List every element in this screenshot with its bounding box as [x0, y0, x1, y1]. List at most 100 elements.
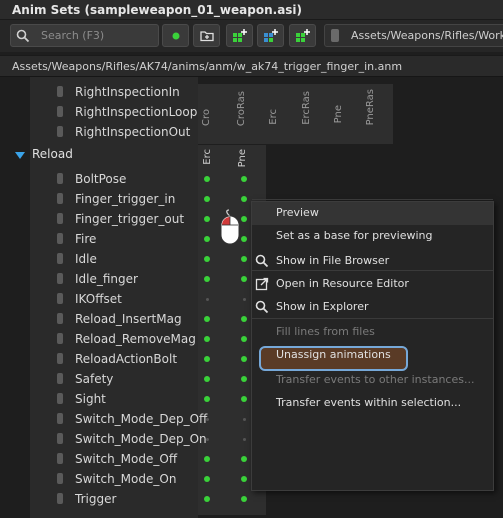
- anim-row-label[interactable]: Reload_RemoveMag: [75, 329, 215, 349]
- anim-row-label[interactable]: Switch_Mode_On: [75, 469, 215, 489]
- assigned-dot[interactable]: [241, 336, 247, 342]
- file-path-text: Assets/Weapons/Rifles/AK74/anims/anm/w_a…: [12, 60, 403, 73]
- menu-item-transfer-events-to-other-instances[interactable]: Transfer events to other instances...: [252, 369, 493, 392]
- column-header-pneras: PneRas: [365, 89, 376, 126]
- anim-row-label[interactable]: Safety: [75, 369, 215, 389]
- unassigned-dot[interactable]: [205, 437, 209, 441]
- unassigned-dot[interactable]: [205, 417, 209, 421]
- assigned-dot[interactable]: [204, 476, 210, 482]
- add-set-blue-icon: [264, 29, 278, 42]
- menu-item-transfer-events-within-selection[interactable]: Transfer events within selection...: [252, 392, 493, 415]
- status-dot-icon: [172, 32, 180, 40]
- column-header-erc: Erc: [268, 109, 279, 125]
- menu-item-open-in-resource-editor[interactable]: Open in Resource Editor: [252, 273, 493, 296]
- assigned-dot[interactable]: [204, 396, 210, 402]
- status-button[interactable]: [162, 24, 189, 47]
- anim-row-label[interactable]: RightInspectionOut: [75, 122, 215, 142]
- assigned-dot[interactable]: [204, 336, 210, 342]
- assigned-dot[interactable]: [241, 176, 247, 182]
- group-column-pne: Pne: [237, 149, 248, 168]
- external-link-icon: [255, 277, 269, 291]
- anim-row-label[interactable]: Idle_finger: [75, 269, 215, 289]
- anim-row-label[interactable]: Idle: [75, 249, 215, 269]
- group-column-erc: Erc: [202, 149, 213, 165]
- menu-item-unassign-animations[interactable]: Unassign animations: [252, 344, 493, 367]
- anim-icon: [57, 213, 63, 224]
- assigned-dot[interactable]: [241, 456, 247, 462]
- anim-icon: [57, 126, 63, 137]
- assigned-dot[interactable]: [204, 196, 210, 202]
- assigned-dot[interactable]: [204, 236, 210, 242]
- anim-row-label[interactable]: ReloadActionBolt: [75, 349, 215, 369]
- assigned-dot[interactable]: [241, 236, 247, 242]
- assigned-dot[interactable]: [204, 496, 210, 502]
- assigned-dot[interactable]: [204, 316, 210, 322]
- anim-row-label[interactable]: RightInspectionLoop: [75, 102, 215, 122]
- assigned-dot[interactable]: [241, 216, 247, 222]
- anim-icon: [57, 453, 63, 464]
- unassigned-dot[interactable]: [242, 417, 246, 421]
- anim-row-label[interactable]: Finger_trigger_in: [75, 189, 215, 209]
- assigned-dot[interactable]: [204, 376, 210, 382]
- menu-item-preview[interactable]: Preview: [252, 202, 493, 225]
- unassigned-dot[interactable]: [242, 297, 246, 301]
- assigned-dot[interactable]: [204, 356, 210, 362]
- add-set-green-button[interactable]: [226, 24, 253, 47]
- menu-item-fill-lines-from-files[interactable]: Fill lines from files: [252, 321, 493, 344]
- anim-row-label[interactable]: IKOffset: [75, 289, 215, 309]
- menu-item-show-in-explorer[interactable]: Show in Explorer: [252, 296, 493, 319]
- menu-item-show-in-file-browser[interactable]: Show in File Browser: [252, 250, 493, 273]
- assigned-dot[interactable]: [241, 316, 247, 322]
- anim-icon: [57, 373, 63, 384]
- menu-item-label: Unassign animations: [276, 348, 391, 361]
- assigned-dot[interactable]: [241, 496, 247, 502]
- assigned-dot[interactable]: [204, 276, 210, 282]
- window-title: Anim Sets (sampleweapon_01_weapon.asi): [12, 3, 303, 17]
- anim-icon: [57, 353, 63, 364]
- search-icon: [255, 254, 269, 268]
- file-path-bar[interactable]: Assets/Weapons/Rifles/AK74/anims/anm/w_a…: [0, 55, 503, 77]
- toolbar: Search (F3) Assets/Weapons/Rifles/Works: [0, 20, 503, 52]
- anim-row-label[interactable]: Finger_trigger_out: [75, 209, 215, 229]
- add-set-mixed-button[interactable]: [289, 24, 316, 47]
- add-set-blue-button[interactable]: [257, 24, 284, 47]
- anim-row-label[interactable]: RightInspectionIn: [75, 82, 215, 102]
- drag-handle-icon: [331, 29, 339, 42]
- assigned-dot[interactable]: [241, 476, 247, 482]
- anim-row-label[interactable]: Switch_Mode_Off: [75, 449, 215, 469]
- anim-row-label[interactable]: Switch_Mode_Dep_On: [75, 429, 215, 449]
- assigned-dot[interactable]: [204, 456, 210, 462]
- column-header-ercras: ErcRas: [301, 91, 312, 125]
- path-field[interactable]: Assets/Weapons/Rifles/Works: [324, 24, 503, 47]
- add-folder-button[interactable]: [193, 24, 220, 47]
- anim-row-label[interactable]: Trigger: [75, 489, 215, 509]
- anim-row-label[interactable]: Switch_Mode_Dep_Off: [75, 409, 215, 429]
- anim-icon: [57, 293, 63, 304]
- assigned-dot[interactable]: [241, 356, 247, 362]
- menu-item-label: Transfer events within selection...: [276, 396, 462, 409]
- add-folder-icon: [200, 31, 214, 42]
- assigned-dot[interactable]: [241, 196, 247, 202]
- anim-row-label[interactable]: Sight: [75, 389, 215, 409]
- anim-icon: [57, 253, 63, 264]
- menu-item-set-as-a-base-for-previewing[interactable]: Set as a base for previewing: [252, 225, 493, 248]
- column-header-pne: Pne: [333, 105, 344, 124]
- anim-row-label[interactable]: Reload_InsertMag: [75, 309, 215, 329]
- assigned-dot[interactable]: [204, 176, 210, 182]
- menu-item-label: Show in Explorer: [276, 300, 369, 313]
- unassigned-dot[interactable]: [242, 437, 246, 441]
- search-input[interactable]: Search (F3): [10, 24, 159, 47]
- assigned-dot[interactable]: [241, 376, 247, 382]
- assigned-dot[interactable]: [204, 256, 210, 262]
- assigned-dot[interactable]: [241, 276, 247, 282]
- title-bar: Anim Sets (sampleweapon_01_weapon.asi): [0, 0, 503, 20]
- anim-row-label[interactable]: Fire: [75, 229, 215, 249]
- mouse-cursor-icon: [220, 209, 240, 245]
- add-set-mixed-icon: [296, 29, 310, 42]
- anim-row-label[interactable]: BoltPose: [75, 169, 215, 189]
- assigned-dot[interactable]: [204, 216, 210, 222]
- expand-arrow-icon[interactable]: [15, 152, 25, 159]
- unassigned-dot[interactable]: [205, 297, 209, 301]
- assigned-dot[interactable]: [241, 256, 247, 262]
- assigned-dot[interactable]: [241, 396, 247, 402]
